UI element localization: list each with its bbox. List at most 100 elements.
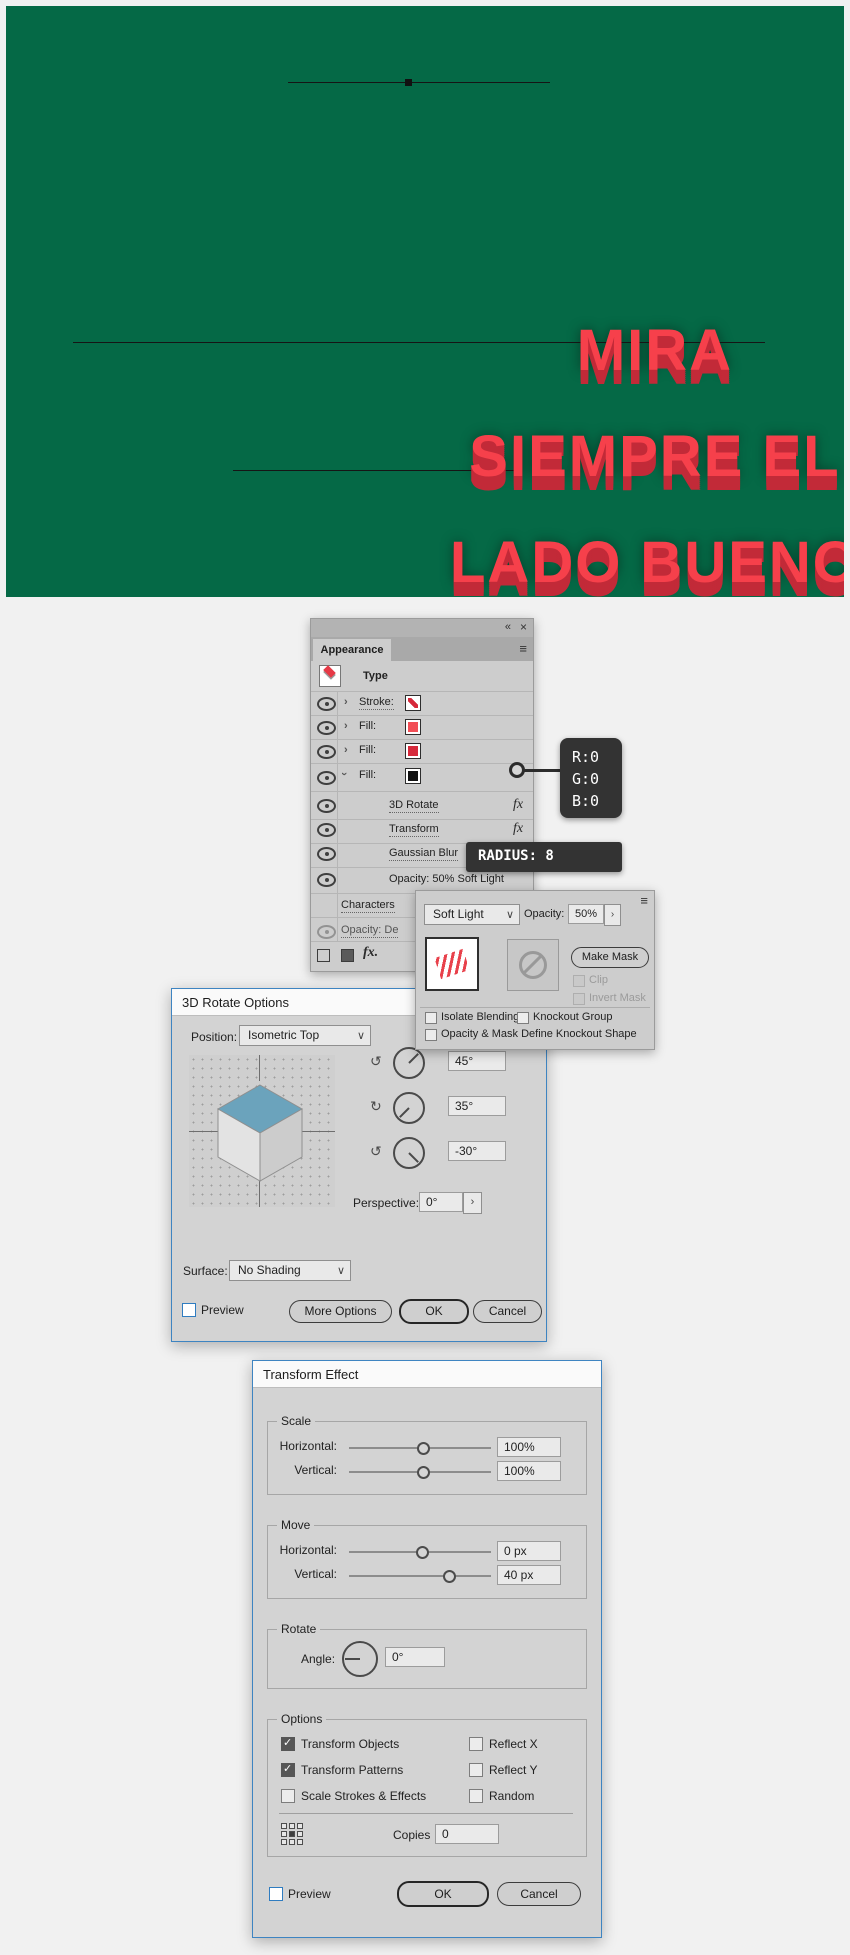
fill-swatch-dark-red[interactable] — [405, 743, 421, 759]
cancel-button[interactable]: Cancel — [497, 1882, 581, 1906]
isolate-blending-checkbox[interactable] — [425, 1012, 437, 1024]
slider-thumb[interactable] — [415, 1546, 429, 1559]
opacity-mask-checkbox[interactable] — [425, 1029, 437, 1041]
chevron-down-icon: ∨ — [336, 1265, 345, 1277]
collapse-arrow-icon[interactable]: › — [338, 772, 350, 776]
scale-strokes-label: Scale Strokes & Effects — [301, 1789, 427, 1803]
transparency-panel: ≡ Soft Light ∨ Opacity: 50% › Make Mask … — [415, 890, 655, 1050]
transform-objects-checkbox[interactable] — [281, 1736, 295, 1751]
opacity-slider-button[interactable]: › — [604, 904, 621, 926]
surface-label: Surface: — [183, 1264, 228, 1278]
visibility-eye-icon[interactable] — [317, 721, 336, 735]
fill-row-label[interactable]: Fill: — [359, 769, 376, 781]
new-fill-icon[interactable] — [341, 949, 354, 962]
move-horizontal-input[interactable]: 0 px — [497, 1541, 561, 1561]
transform-effect-dialog: Transform Effect Scale Horizontal: 100% … — [252, 1360, 602, 1938]
thumbnail-artwork — [434, 948, 470, 980]
scale-horizontal-label: Horizontal: — [279, 1439, 337, 1453]
visibility-eye-icon[interactable] — [317, 745, 336, 759]
effect-gaussian-blur[interactable]: Gaussian Blur — [389, 847, 459, 861]
type-thumbnail[interactable] — [319, 665, 341, 687]
scale-strokes-checkbox[interactable] — [281, 1789, 295, 1803]
rotate-y-input[interactable]: 35° — [448, 1096, 506, 1116]
preview-checkbox[interactable] — [269, 1887, 283, 1901]
expand-arrow-icon[interactable]: › — [344, 720, 348, 732]
opacity-input[interactable]: 50% — [568, 904, 604, 924]
panel-menu-icon[interactable]: ≡ — [640, 893, 648, 908]
close-panel-icon[interactable]: × — [520, 620, 527, 634]
rotate-preview-area[interactable] — [189, 1055, 335, 1207]
move-vertical-slider[interactable] — [349, 1570, 491, 1583]
characters-row-label[interactable]: Characters — [341, 899, 395, 913]
visibility-eye-icon[interactable] — [317, 823, 336, 837]
fill-swatch-black[interactable] — [405, 768, 421, 784]
row-separator — [311, 763, 533, 764]
invert-mask-checkbox[interactable] — [573, 993, 585, 1005]
stroke-row-label[interactable]: Stroke: — [359, 696, 394, 710]
mask-thumbnail-placeholder[interactable] — [507, 939, 559, 991]
perspective-slider-button[interactable]: › — [463, 1192, 482, 1214]
ok-button[interactable]: OK — [399, 1299, 469, 1324]
fill-row-label[interactable]: Fill: — [359, 720, 376, 732]
fill-row-label[interactable]: Fill: — [359, 744, 376, 756]
angle-input[interactable]: 0° — [385, 1647, 445, 1667]
expand-arrow-icon[interactable]: › — [344, 696, 348, 708]
ok-button[interactable]: OK — [397, 1881, 489, 1907]
move-vertical-input[interactable]: 40 px — [497, 1565, 561, 1585]
transform-patterns-checkbox[interactable] — [281, 1762, 295, 1777]
reflect-x-checkbox[interactable] — [469, 1737, 483, 1751]
angle-dial[interactable] — [342, 1641, 378, 1677]
visibility-eye-icon[interactable] — [317, 697, 336, 711]
opacity-default-row-label[interactable]: Opacity: De — [341, 924, 399, 938]
make-mask-button[interactable]: Make Mask — [571, 947, 649, 968]
clip-checkbox[interactable] — [573, 975, 585, 987]
preview-checkbox[interactable] — [182, 1303, 196, 1317]
effect-transform[interactable]: Transform — [389, 823, 439, 837]
scale-vertical-slider[interactable] — [349, 1466, 491, 1479]
copies-input[interactable]: 0 — [435, 1824, 499, 1844]
fx-icon: fx — [513, 797, 524, 812]
cancel-button[interactable]: Cancel — [473, 1300, 542, 1323]
fill-swatch-light-red[interactable] — [405, 719, 421, 735]
scale-horizontal-slider[interactable] — [349, 1442, 491, 1455]
new-stroke-icon[interactable] — [317, 949, 330, 962]
reflect-y-checkbox[interactable] — [469, 1763, 483, 1777]
more-options-button[interactable]: More Options — [289, 1300, 392, 1323]
position-dropdown[interactable]: Isometric Top ∨ — [239, 1025, 371, 1046]
random-checkbox[interactable] — [469, 1789, 483, 1803]
visibility-eye-icon[interactable] — [317, 847, 336, 861]
effect-3d-rotate[interactable]: 3D Rotate — [389, 799, 439, 813]
blend-mode-dropdown[interactable]: Soft Light ∨ — [424, 904, 520, 925]
rotate-x-input[interactable]: 45° — [448, 1051, 506, 1071]
rotate-z-dial[interactable] — [393, 1137, 425, 1169]
dial-needle — [408, 1053, 419, 1064]
visibility-eye-icon[interactable] — [317, 771, 336, 785]
rotate-z-input[interactable]: -30° — [448, 1141, 506, 1161]
visibility-eye-icon[interactable] — [317, 873, 336, 887]
reflect-y-label: Reflect Y — [489, 1763, 538, 1777]
knockout-group-checkbox[interactable] — [517, 1012, 529, 1024]
object-thumbnail[interactable] — [425, 937, 479, 991]
reference-point-locator[interactable] — [281, 1823, 303, 1845]
slider-thumb[interactable] — [442, 1570, 456, 1583]
expand-arrow-icon[interactable]: › — [344, 744, 348, 756]
new-effect-icon[interactable]: fx. — [363, 945, 378, 961]
tab-appearance[interactable]: Appearance — [313, 639, 391, 661]
opacity-row-label[interactable]: Opacity: 50% Soft Light — [389, 873, 504, 885]
rotate-y-dial[interactable] — [393, 1092, 425, 1124]
guide-anchor-dot — [405, 79, 412, 86]
visibility-eye-icon-dim[interactable] — [317, 925, 336, 939]
dialog-title: Transform Effect — [263, 1367, 359, 1382]
iso-cube-icon — [216, 1084, 304, 1182]
rotate-x-dial[interactable] — [393, 1047, 425, 1079]
panel-menu-icon[interactable]: ≡ — [519, 641, 527, 656]
perspective-input[interactable]: 0° — [419, 1192, 463, 1212]
collapse-panel-icon[interactable]: « — [505, 621, 511, 633]
surface-dropdown[interactable]: No Shading ∨ — [229, 1260, 351, 1281]
move-horizontal-slider[interactable] — [349, 1546, 491, 1559]
stroke-swatch[interactable] — [405, 695, 421, 711]
scale-horizontal-input[interactable]: 100% — [497, 1437, 561, 1457]
visibility-eye-icon[interactable] — [317, 799, 336, 813]
tooltip-connector-dot — [509, 762, 525, 778]
scale-vertical-input[interactable]: 100% — [497, 1461, 561, 1481]
